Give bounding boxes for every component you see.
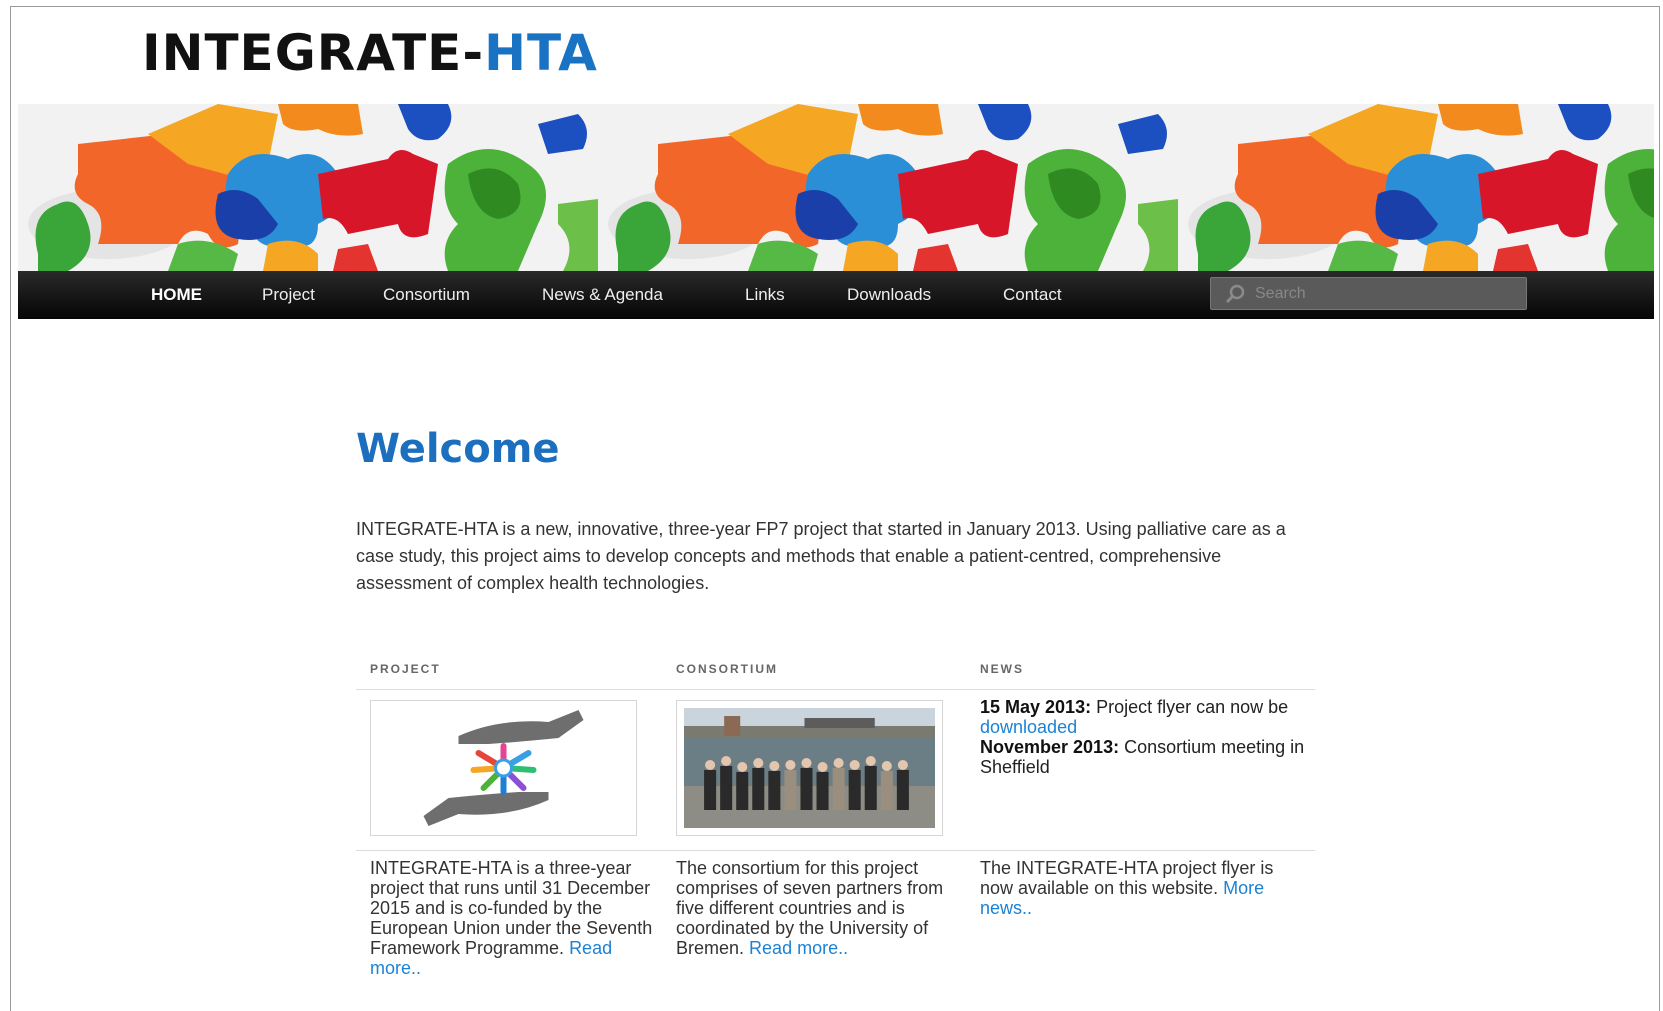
- search-icon: [1225, 284, 1245, 304]
- nav-project[interactable]: Project: [262, 283, 315, 307]
- hands-people-logo-image: [423, 710, 584, 826]
- consortium-description: The consortium for this project comprise…: [676, 858, 946, 958]
- header-banner-image: [18, 104, 1654, 271]
- divider: [356, 850, 1315, 851]
- flyer-download-link[interactable]: downloaded: [980, 717, 1077, 737]
- main-navigation: HOME Project Consortium News & Agenda Li…: [18, 271, 1654, 319]
- news-column-header: NEWS: [980, 662, 1024, 676]
- search-input[interactable]: [1255, 283, 1515, 305]
- puzzle-pieces-illustration: [18, 104, 1654, 271]
- news-date-2: November 2013:: [980, 737, 1120, 757]
- nav-contact[interactable]: Contact: [1003, 283, 1062, 307]
- news-summary: 15 May 2013: Project flyer can now be do…: [980, 697, 1310, 777]
- project-column-header: PROJECT: [370, 662, 441, 676]
- nav-downloads[interactable]: Downloads: [847, 283, 931, 307]
- page-title: Welcome: [356, 426, 560, 472]
- nav-news-agenda[interactable]: News & Agenda: [542, 283, 663, 307]
- nav-links[interactable]: Links: [745, 283, 785, 307]
- news-text-1: Project flyer can now be: [1096, 697, 1289, 717]
- nav-home[interactable]: HOME: [151, 283, 202, 307]
- site-title-accent: HTA: [484, 24, 598, 82]
- project-description: INTEGRATE-HTA is a three-year project th…: [370, 858, 655, 978]
- consortium-column-header: CONSORTIUM: [676, 662, 778, 676]
- site-title[interactable]: INTEGRATE-HTA: [142, 24, 598, 82]
- consortium-read-more-link[interactable]: Read more..: [749, 938, 848, 958]
- consortium-group-photo: [684, 708, 935, 828]
- intro-paragraph: INTEGRATE-HTA is a new, innovative, thre…: [356, 519, 1286, 593]
- news-date-1: 15 May 2013:: [980, 697, 1092, 717]
- project-thumbnail[interactable]: [370, 700, 637, 836]
- search-box: [1210, 277, 1527, 310]
- divider: [356, 689, 1315, 690]
- site-title-main: INTEGRATE-: [142, 24, 485, 82]
- nav-consortium[interactable]: Consortium: [383, 283, 470, 307]
- news-description: The INTEGRATE-HTA project flyer is now a…: [980, 858, 1300, 918]
- consortium-thumbnail[interactable]: [676, 700, 943, 836]
